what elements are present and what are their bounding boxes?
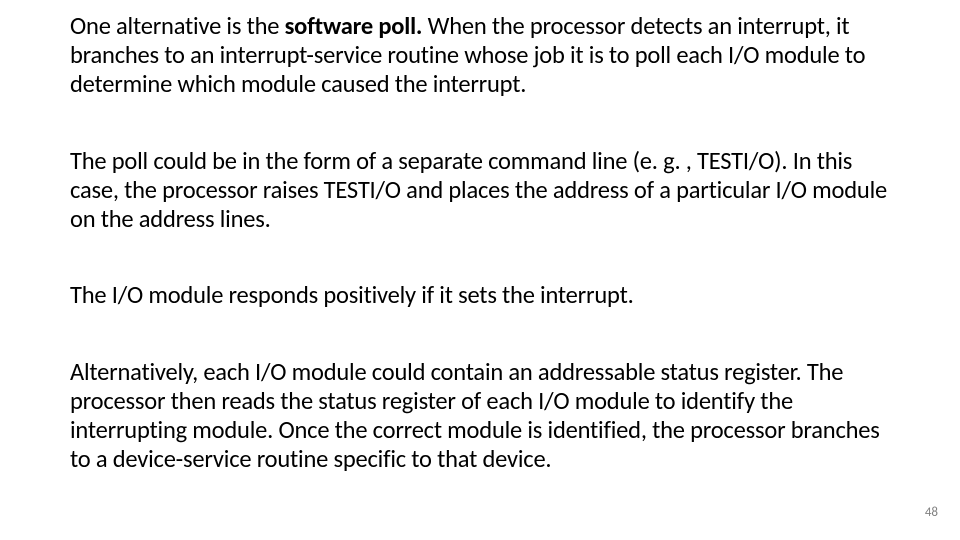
bold-term: software poll. <box>285 11 423 41</box>
paragraph-1: One alternative is the software poll. Wh… <box>70 12 890 99</box>
text-run: One alternative is the <box>70 11 285 41</box>
paragraph-3: The I/O module responds positively if it… <box>70 281 890 310</box>
page-number: 48 <box>925 505 938 520</box>
slide-content: One alternative is the software poll. Wh… <box>0 0 960 540</box>
paragraph-4: Alternatively, each I/O module could con… <box>70 358 890 474</box>
paragraph-2: The poll could be in the form of a separ… <box>70 147 890 234</box>
